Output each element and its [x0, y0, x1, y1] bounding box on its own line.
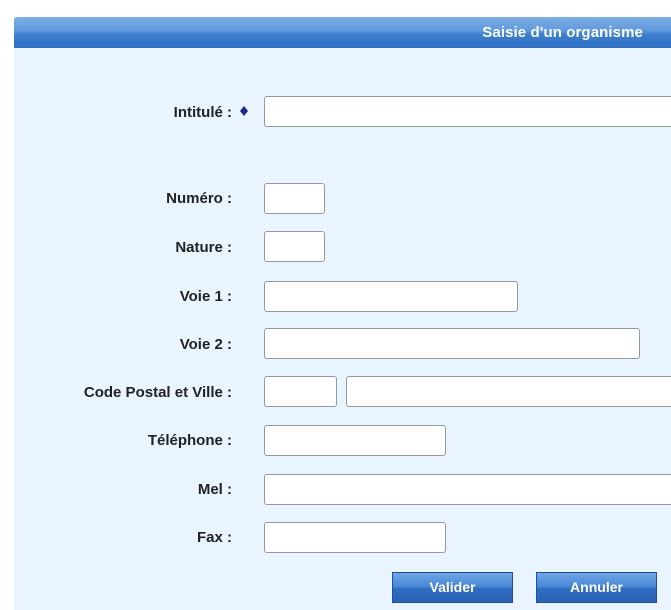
code-postal-input[interactable] [264, 376, 337, 407]
telephone-input[interactable] [264, 425, 446, 456]
valider-button[interactable]: Valider [392, 572, 513, 603]
code-postal-ville-label: Code Postal et Ville : [83, 384, 232, 401]
nature-label: Nature : [175, 239, 232, 256]
fax-input[interactable] [264, 522, 446, 553]
annuler-button[interactable]: Annuler [536, 572, 657, 603]
voie2-label: Voie 2 : [179, 336, 232, 353]
voie2-input[interactable] [264, 328, 640, 359]
telephone-label: Téléphone : [147, 432, 232, 449]
fax-label: Fax : [196, 529, 232, 546]
numero-input[interactable] [264, 183, 325, 214]
panel-title: Saisie d'un organisme [482, 24, 643, 41]
required-marker-icon [240, 106, 248, 116]
numero-label: Numéro : [166, 190, 232, 207]
mel-label: Mel : [197, 481, 232, 498]
voie1-label: Voie 1 : [179, 288, 232, 305]
page: Saisie d'un organisme Intitulé : Numéro … [0, 0, 671, 610]
voie1-input[interactable] [264, 281, 518, 312]
intitule-input[interactable] [264, 96, 671, 127]
nature-input[interactable] [264, 231, 325, 262]
panel-header: Saisie d'un organisme [14, 17, 671, 48]
mel-input[interactable] [264, 474, 671, 505]
intitule-label: Intitulé : [173, 104, 232, 121]
ville-input[interactable] [346, 376, 671, 407]
